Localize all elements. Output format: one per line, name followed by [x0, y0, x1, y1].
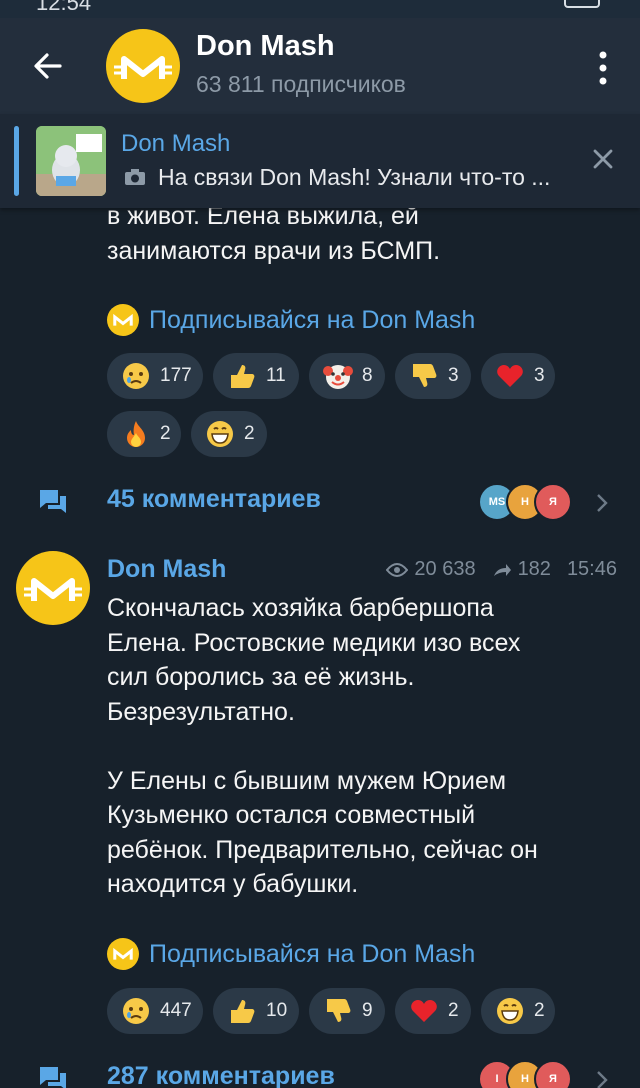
reaction-count: 177 — [160, 365, 192, 386]
commenter-avatar: Я — [534, 1060, 572, 1088]
don-mash-logo-icon — [107, 304, 139, 336]
reaction-count: 2 — [160, 423, 171, 444]
reaction-crying[interactable]: 447 — [107, 988, 203, 1034]
message-line: ребёнок. Предварительно, сейчас он — [107, 835, 538, 864]
reaction-count: 11 — [266, 365, 286, 386]
reaction-count: 2 — [244, 423, 255, 444]
reaction-count: 3 — [448, 365, 459, 386]
message-line: Безрезультатно. — [107, 697, 295, 726]
reaction-crying[interactable]: 177 — [107, 353, 203, 399]
channel-title[interactable]: Don Mash — [196, 30, 335, 63]
close-icon[interactable] — [592, 148, 614, 170]
thumbs-up-icon — [231, 365, 255, 388]
thumbs-down-icon — [413, 364, 437, 387]
message-line: Елена. Ростовские медики изо всех — [107, 628, 521, 657]
reaction-count: 10 — [266, 1000, 288, 1021]
reaction-count: 3 — [534, 365, 545, 386]
crying-face-icon — [123, 998, 149, 1024]
thumbs-down-icon — [327, 999, 351, 1022]
channel-avatar[interactable] — [106, 29, 180, 103]
message-line: Кузьменко остался совместный — [107, 801, 476, 829]
post-time: 15:46 — [566, 558, 617, 580]
reaction-count: 2 — [534, 1000, 545, 1021]
chevron-right-icon — [597, 1071, 608, 1088]
message-text: в живот. Елена выжила, ей занимаются вра… — [107, 199, 440, 268]
don-mash-logo-icon — [114, 56, 172, 79]
pinned-indicator — [14, 126, 19, 196]
pinned-title: Don Mash — [121, 130, 231, 157]
eye-icon — [386, 562, 409, 577]
status-bar: 12:54 — [0, 0, 640, 18]
comments-count[interactable]: 45 комментариев — [107, 485, 321, 514]
reaction-heart[interactable]: 2 — [395, 988, 471, 1034]
pinned-text: На связи Don Mash! Узнали что-то ... — [158, 164, 551, 190]
subscribe-link[interactable]: Подписывайся на Don Mash — [107, 303, 475, 337]
forwards-count: 182 — [517, 558, 551, 580]
don-mash-logo-icon — [107, 938, 139, 970]
subscribe-link[interactable]: Подписывайся на Don Mash — [107, 937, 475, 971]
reaction-thumbs-down[interactable]: 9 — [309, 988, 385, 1034]
reaction-heart[interactable]: 3 — [481, 353, 555, 399]
reaction-fire[interactable]: 2 — [107, 411, 181, 457]
commenter-avatar: Я — [534, 483, 572, 521]
reaction-grinning[interactable]: 2 — [191, 411, 267, 457]
more-options-icon[interactable] — [596, 50, 610, 86]
reaction-count: 447 — [160, 1000, 192, 1021]
status-time: 12:54 — [36, 0, 92, 15]
thumbs-up-icon — [231, 1000, 255, 1023]
subscribe-link-label[interactable]: Подписывайся на Don Mash — [149, 940, 475, 969]
grinning-face-icon — [207, 421, 233, 447]
camera-icon — [125, 169, 145, 185]
reaction-clown[interactable]: 8 — [309, 353, 385, 399]
chevron-right-icon — [597, 494, 608, 512]
forward-icon — [493, 563, 511, 576]
message-line: У Елены с бывшим мужем Юрием — [107, 766, 507, 795]
message-line: Скончалась хозяйка барбершопа — [107, 594, 494, 622]
crying-face-icon — [123, 363, 149, 389]
reaction-thumbs-up[interactable]: 10 — [213, 988, 299, 1034]
don-mash-logo-icon — [24, 578, 82, 601]
red-heart-icon — [411, 1000, 437, 1022]
back-arrow-icon[interactable] — [30, 48, 66, 84]
cat-sticker-icon — [36, 126, 106, 196]
clown-face-icon — [323, 365, 353, 389]
message-text: Скончалась хозяйка барбершопа Елена. Рос… — [107, 591, 538, 902]
post-author-avatar[interactable] — [16, 551, 90, 625]
comments-row[interactable]: 287 комментариев I Н Я — [0, 1050, 640, 1088]
post-author[interactable]: Don Mash — [107, 555, 226, 584]
views-count: 20 638 — [414, 558, 476, 580]
chat-header: Don Mash 63 811 подписчиков — [0, 18, 640, 114]
reaction-count: 9 — [362, 1000, 373, 1021]
message-line: находится у бабушки. — [107, 870, 359, 898]
comments-row[interactable]: 45 комментариев MS Н Я — [0, 473, 640, 533]
reaction-grinning[interactable]: 2 — [481, 988, 555, 1034]
message-line: занимаются врачи из БСМП. — [107, 236, 441, 265]
message-line: сил боролись за её жизнь. — [107, 663, 415, 691]
post-header: Don Mash 20 638 182 15:46 — [107, 553, 617, 587]
subscribe-link-label[interactable]: Подписывайся на Don Mash — [149, 306, 475, 335]
reaction-count: 2 — [448, 1000, 459, 1021]
battery-icon — [564, 0, 600, 8]
pinned-message-bar[interactable]: Don Mash На связи Don Mash! Узнали что-т… — [0, 114, 640, 208]
comments-icon — [40, 1067, 66, 1088]
subscriber-count: 63 811 подписчиков — [196, 71, 406, 97]
pinned-thumbnail — [36, 126, 106, 196]
grinning-face-icon — [497, 998, 523, 1024]
reaction-thumbs-down[interactable]: 3 — [395, 353, 471, 399]
reaction-thumbs-up[interactable]: 11 — [213, 353, 299, 399]
red-heart-icon — [497, 365, 523, 387]
fire-icon — [127, 421, 145, 447]
reaction-count: 8 — [362, 365, 373, 386]
post-meta: 20 638 182 15:46 — [386, 558, 617, 581]
comments-icon — [40, 490, 66, 513]
comments-count[interactable]: 287 комментариев — [107, 1062, 335, 1088]
